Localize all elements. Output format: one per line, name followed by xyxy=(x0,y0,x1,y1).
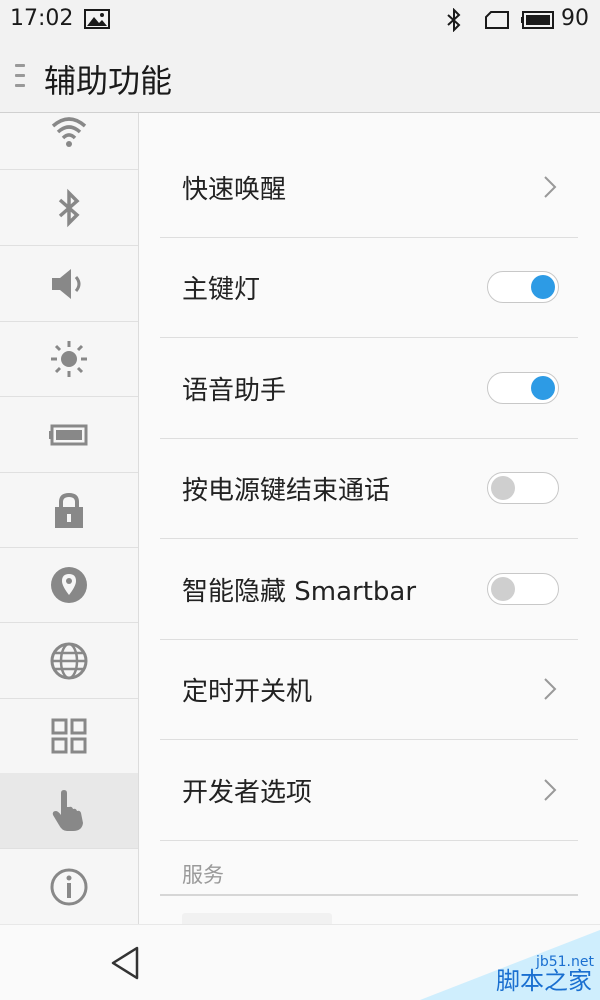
battery-icon xyxy=(49,424,88,446)
setting-label: 按电源键结束通话 xyxy=(182,476,391,506)
smartbar: jb51.net 脚本之家 xyxy=(0,924,600,1000)
setting-row-smartbar[interactable]: 智能隐藏 Smartbar xyxy=(160,539,578,640)
sidebar-item-accessibility[interactable] xyxy=(0,773,138,849)
location-icon xyxy=(51,567,87,603)
bluetooth-status-icon xyxy=(447,8,461,32)
volume-icon xyxy=(52,269,81,299)
bluetooth-icon xyxy=(58,188,80,228)
image-notification-icon xyxy=(84,9,110,29)
setting-row-quick-wake[interactable]: 快速唤醒 xyxy=(160,137,578,238)
setting-row-power-end-call[interactable]: 按电源键结束通话 xyxy=(160,438,578,539)
brightness-icon xyxy=(51,341,87,377)
sidebar-item-sound[interactable] xyxy=(0,246,138,322)
hand-pointer-icon xyxy=(52,790,83,831)
apps-grid-icon xyxy=(51,718,87,754)
battery-status-icon xyxy=(521,11,554,29)
setting-label: 定时开关机 xyxy=(182,677,313,707)
setting-label: 开发者选项 xyxy=(182,778,313,808)
settings-content: 快速唤醒 主键灯 语音助手 按电源键结束通话 智能隐藏 Smartbar 定时开… xyxy=(139,113,600,924)
section-label: 服务 xyxy=(182,863,224,887)
sidebar-item-about[interactable] xyxy=(0,849,138,924)
chevron-right-icon xyxy=(544,176,557,198)
drawer-handle-icon[interactable] xyxy=(15,64,27,90)
page-title: 辅助功能 xyxy=(44,62,173,100)
globe-icon xyxy=(50,642,88,680)
back-triangle-icon[interactable] xyxy=(109,945,141,981)
sidebar-item-wifi[interactable] xyxy=(0,113,138,170)
power-end-call-toggle[interactable] xyxy=(487,472,559,504)
sidebar-item-bluetooth[interactable] xyxy=(0,170,138,246)
setting-label: 快速唤醒 xyxy=(182,175,287,205)
setting-label: 主键灯 xyxy=(182,275,261,305)
sidebar-item-battery[interactable] xyxy=(0,397,138,473)
voice-assistant-toggle[interactable] xyxy=(487,372,559,404)
setting-label: 智能隐藏 Smartbar xyxy=(182,577,417,607)
sidebar-item-display[interactable] xyxy=(0,321,138,397)
app-bar: 辅助功能 xyxy=(0,40,600,113)
watermark: jb51.net 脚本之家 xyxy=(420,925,600,1000)
sim-card-icon xyxy=(485,11,509,29)
sidebar-item-language[interactable] xyxy=(0,623,138,699)
setting-row-developer-options[interactable]: 开发者选项 xyxy=(160,740,578,841)
battery-percent: 90 xyxy=(561,6,589,31)
setting-row-scheduled-power[interactable]: 定时开关机 xyxy=(160,639,578,740)
status-time: 17:02 xyxy=(10,6,74,31)
smartbar-toggle[interactable] xyxy=(487,573,559,605)
chevron-right-icon xyxy=(544,779,557,801)
wifi-icon xyxy=(51,117,87,147)
sidebar-item-security[interactable] xyxy=(0,472,138,548)
sidebar-item-location[interactable] xyxy=(0,547,138,623)
section-header-services: 服务 xyxy=(160,849,578,896)
setting-row-voice-assistant[interactable]: 语音助手 xyxy=(160,338,578,439)
status-bar: 17:02 90 xyxy=(0,0,600,40)
sidebar-item-apps[interactable] xyxy=(0,698,138,774)
lock-icon xyxy=(55,492,83,528)
chevron-right-icon xyxy=(544,678,557,700)
watermark-text: 脚本之家 xyxy=(496,967,592,995)
setting-row-home-key-light[interactable]: 主键灯 xyxy=(160,237,578,338)
info-icon xyxy=(50,868,88,906)
settings-category-sidebar xyxy=(0,113,139,924)
home-key-light-toggle[interactable] xyxy=(487,271,559,303)
setting-label: 语音助手 xyxy=(182,376,287,406)
partially-hidden-row xyxy=(182,913,332,924)
